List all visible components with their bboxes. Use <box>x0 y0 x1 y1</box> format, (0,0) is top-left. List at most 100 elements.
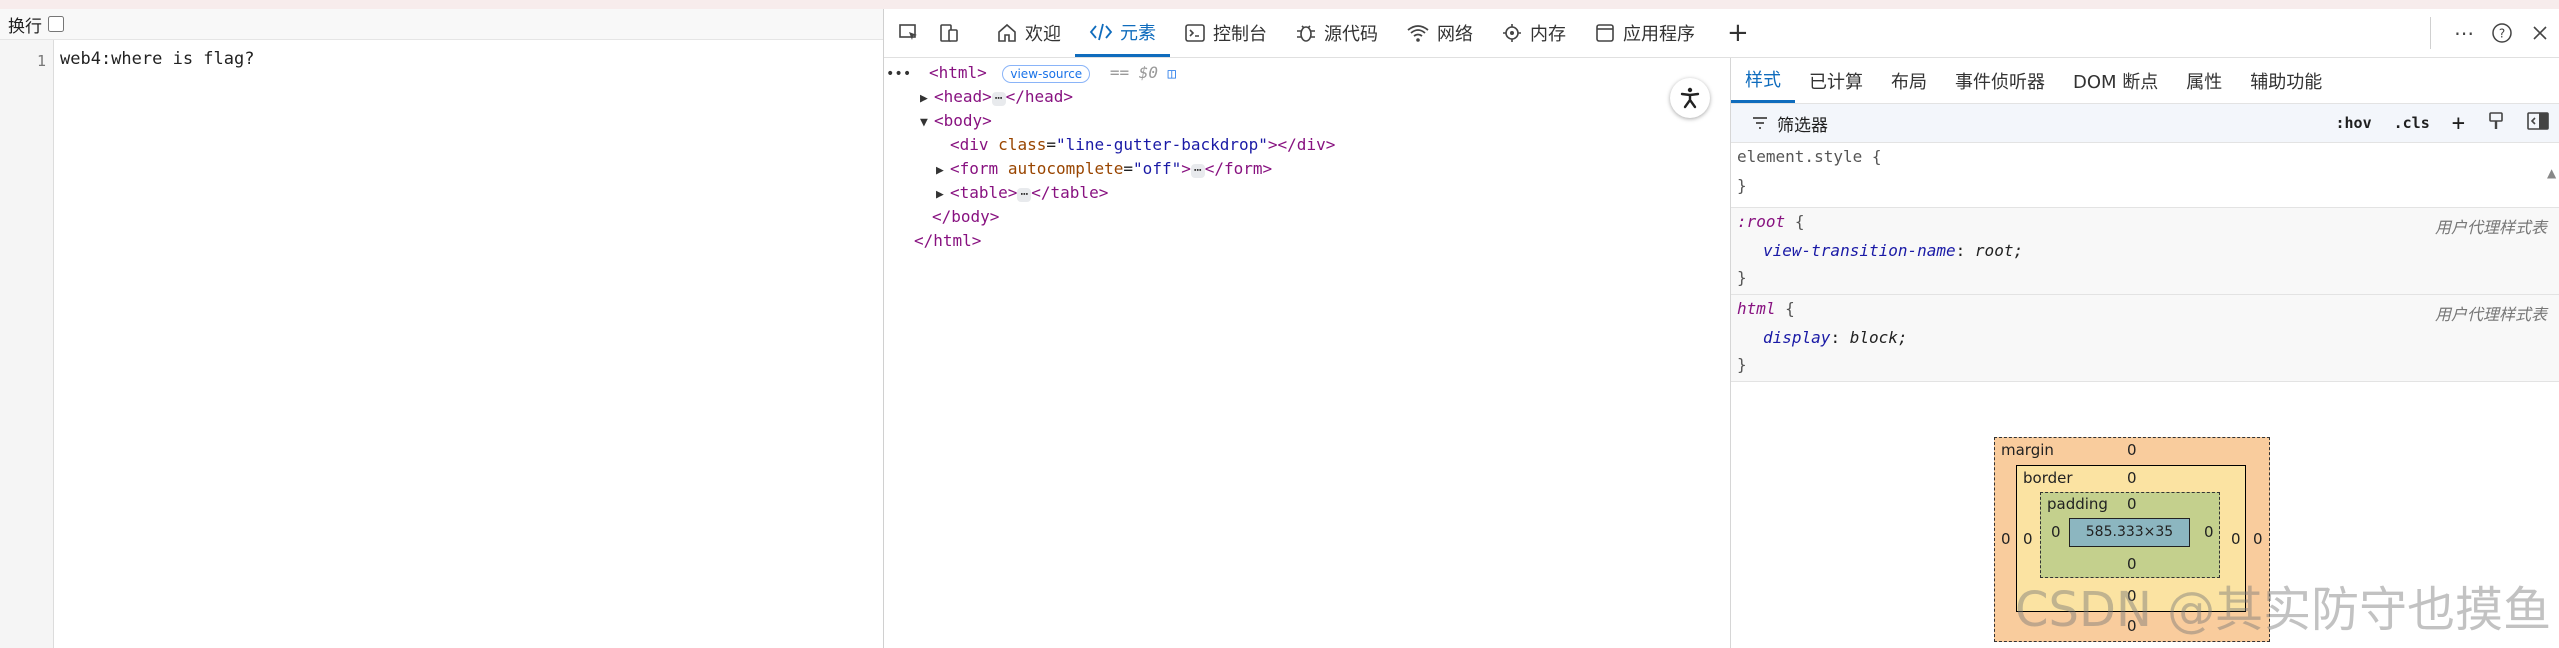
tab-memory[interactable]: 内存 <box>1487 9 1580 57</box>
filter-placeholder: 筛选器 <box>1777 115 1828 136</box>
collapse-triangle-icon[interactable]: ▼ <box>920 111 934 135</box>
form-close-tag: </form> <box>1204 159 1273 178</box>
rule-close-brace: } <box>1737 268 1747 287</box>
border-label: border <box>2023 469 2073 487</box>
inspect-element-icon[interactable] <box>894 18 924 48</box>
rule-selector: element.style { <box>1737 147 1882 166</box>
source-line[interactable]: web4:where is flag? <box>60 49 254 69</box>
dom-node-head[interactable]: ▶ <head> ⋯ </head> <box>920 85 1073 109</box>
dom-node-table[interactable]: ▶ <table> ⋯ </table> <box>936 181 1108 205</box>
tab-elements[interactable]: 元素 <box>1075 9 1170 57</box>
tab-label: 源代码 <box>1324 24 1378 45</box>
tab-label: 控制台 <box>1213 24 1267 45</box>
body-close-tag: </body> <box>932 207 1000 226</box>
attr-name: class <box>998 135 1047 154</box>
tab-application[interactable]: 应用程序 <box>1580 9 1709 57</box>
console-icon <box>1185 24 1205 42</box>
dom-node-body[interactable]: ▼ <body> <box>920 109 992 133</box>
filter-tools: :hov .cls + <box>2336 111 2550 136</box>
tab-console[interactable]: 控制台 <box>1170 9 1281 57</box>
tab-welcome[interactable]: 欢迎 <box>982 9 1075 57</box>
html-close-tag: </html> <box>914 231 982 250</box>
tab-label: 内存 <box>1530 24 1566 45</box>
rule-element-style[interactable]: element.style { } <box>1731 143 2559 208</box>
div-open-tag: <div <box>950 135 989 154</box>
rule-open-brace: { <box>1785 299 1795 318</box>
dom-node-html[interactable]: ••• <html> view-source == $0 ◫ <box>886 61 1176 85</box>
devtools-window-controls: ⋯ ? <box>2430 9 2559 57</box>
dom-node-body-close[interactable]: </body> <box>932 205 999 229</box>
padding-right-value[interactable]: 0 <box>2204 523 2214 541</box>
rule-html[interactable]: html { 用户代理样式表 display: block; } <box>1731 295 2559 382</box>
hov-button[interactable]: :hov <box>2336 114 2372 132</box>
toggle-sidebar-icon[interactable] <box>2527 112 2549 134</box>
subtab-computed[interactable]: 已计算 <box>1795 58 1877 103</box>
tab-label: 欢迎 <box>1025 24 1061 45</box>
collapsed-ellipsis[interactable]: ⋯ <box>1017 188 1032 202</box>
attr-name: autocomplete <box>1007 159 1124 178</box>
collapsed-ellipsis[interactable]: ⋯ <box>991 92 1006 106</box>
dom-tree-panel: ••• <html> view-source == $0 ◫ ▶ <head> ⋯ <… <box>884 58 1731 648</box>
scrollbar-up-arrow[interactable]: ▲ <box>2547 166 2557 180</box>
window-top-strip <box>0 0 2559 9</box>
padding-top-value[interactable]: 0 <box>2127 495 2137 513</box>
code-tags-icon <box>1089 23 1113 40</box>
box-model-content[interactable]: 585.333×35 <box>2069 518 2190 547</box>
more-options-icon[interactable]: ⋯ <box>2445 14 2483 52</box>
padding-label: padding <box>2047 495 2108 513</box>
tab-label: 应用程序 <box>1623 24 1695 45</box>
head-open-tag: <head> <box>934 87 992 106</box>
expand-triangle-icon[interactable]: ▶ <box>936 183 950 207</box>
dom-more-icon[interactable]: ••• <box>886 66 911 82</box>
property-value: root; <box>1974 241 2024 260</box>
subtab-properties[interactable]: 属性 <box>2172 58 2236 103</box>
device-emulation-icon[interactable] <box>934 18 964 48</box>
margin-left-value[interactable]: 0 <box>2001 530 2011 548</box>
source-toolbar: 换行 <box>0 9 883 40</box>
accessibility-icon <box>1680 87 1700 109</box>
box-model-padding[interactable]: padding 0 0 0 0 585.333×35 <box>2040 492 2220 578</box>
accessibility-button[interactable] <box>1670 78 1710 118</box>
filter-icon <box>1753 117 1767 129</box>
margin-right-value[interactable]: 0 <box>2253 530 2263 548</box>
tab-network[interactable]: 网络 <box>1392 9 1487 57</box>
padding-left-value[interactable]: 0 <box>2051 523 2061 541</box>
close-devtools-icon[interactable] <box>2521 14 2559 52</box>
line-gutter: 1 <box>0 40 54 648</box>
view-source-badge[interactable]: view-source <box>1002 65 1091 83</box>
rule-declaration[interactable]: display: block; <box>1737 328 2553 347</box>
rule-declaration[interactable]: view-transition-name: root; <box>1737 241 2553 260</box>
tab-sources[interactable]: 源代码 <box>1281 9 1392 57</box>
subtab-layout[interactable]: 布局 <box>1877 58 1941 103</box>
border-right-value[interactable]: 0 <box>2231 530 2241 548</box>
subtab-event-listeners[interactable]: 事件侦听器 <box>1941 58 2059 103</box>
subtab-accessibility[interactable]: 辅助功能 <box>2236 58 2336 103</box>
expand-triangle-icon[interactable]: ▶ <box>936 159 950 183</box>
expand-triangle-icon[interactable]: ▶ <box>920 87 934 111</box>
new-rule-icon[interactable]: + <box>2452 111 2465 136</box>
subtab-dom-breakpoints[interactable]: DOM 断点 <box>2059 58 2172 103</box>
wifi-icon <box>1407 25 1429 42</box>
help-icon[interactable]: ? <box>2483 14 2521 52</box>
border-left-value[interactable]: 0 <box>2023 530 2033 548</box>
cls-button[interactable]: .cls <box>2394 114 2430 132</box>
dom-node-html-close[interactable]: </html> <box>914 229 981 253</box>
rule-root[interactable]: :root { 用户代理样式表 view-transition-name: ro… <box>1731 208 2559 295</box>
margin-label: margin <box>2001 441 2054 459</box>
line-number: 1 <box>36 52 46 70</box>
subtab-styles[interactable]: 样式 <box>1731 58 1795 103</box>
home-icon <box>998 23 1016 42</box>
dom-node-form[interactable]: ▶ <form autocomplete="off"> ⋯ </form> <box>936 157 1272 181</box>
rule-source-label: 用户代理样式表 <box>2434 305 2547 324</box>
rule-close-brace: } <box>1737 176 1747 195</box>
filter-input[interactable]: 筛选器 <box>1751 111 1828 136</box>
paint-brush-icon[interactable] <box>2487 111 2505 135</box>
wrap-checkbox[interactable] <box>48 16 64 32</box>
attr-value: "off" <box>1133 159 1182 178</box>
add-tab-button[interactable]: + <box>1709 18 1767 48</box>
dom-node-div[interactable]: <div class="line-gutter-backdrop"></div> <box>950 133 1335 157</box>
border-top-value[interactable]: 0 <box>2127 469 2137 487</box>
collapsed-ellipsis[interactable]: ⋯ <box>1190 164 1205 178</box>
table-close-tag: </table> <box>1031 183 1109 202</box>
margin-top-value[interactable]: 0 <box>2127 441 2137 459</box>
